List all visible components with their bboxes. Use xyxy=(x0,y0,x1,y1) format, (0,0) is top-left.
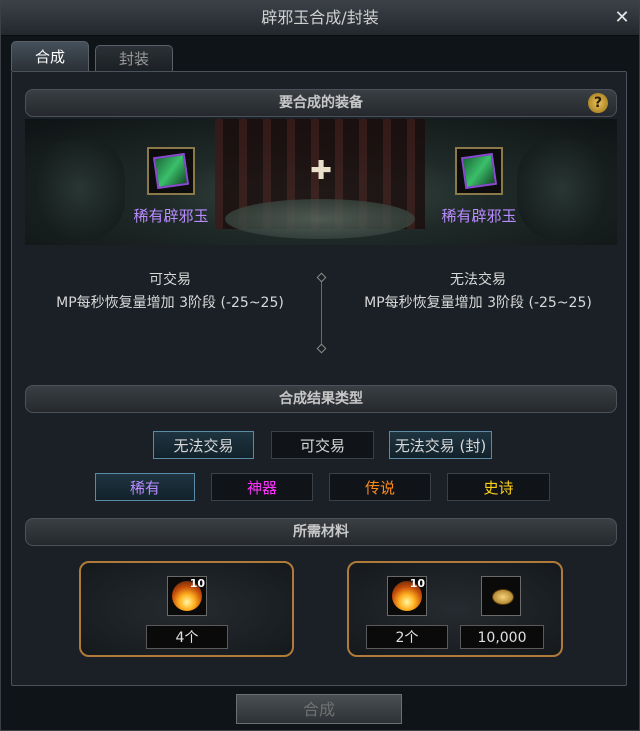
trade-status-right: 无法交易 xyxy=(450,272,506,288)
materials-section-title: 所需材料 xyxy=(293,524,349,540)
item-info-left: 可交易 MP每秒恢复量增加 3阶段 (-25~25) xyxy=(25,269,315,315)
jade-card-icon xyxy=(460,152,498,190)
gold-slot xyxy=(481,576,521,616)
rarity-epic[interactable]: 史诗 xyxy=(447,473,550,501)
equip-slot-left[interactable] xyxy=(147,147,195,195)
tab-package[interactable]: 封装 xyxy=(95,45,173,71)
jade-card-icon xyxy=(152,152,190,190)
result-section-header: 合成结果类型 xyxy=(25,385,617,413)
material-count-right: 2个 xyxy=(366,625,448,649)
gold-coin-icon xyxy=(492,589,514,605)
rarity-legendary[interactable]: 传说 xyxy=(329,473,431,501)
material-slot-right[interactable]: 10 xyxy=(387,576,427,616)
result-section-title: 合成结果类型 xyxy=(279,391,363,407)
window-title: 辟邪玉合成/封装 xyxy=(261,8,379,27)
material-slot-left[interactable]: 10 xyxy=(167,576,207,616)
close-icon[interactable]: ✕ xyxy=(611,7,633,29)
option-tradeable[interactable]: 可交易 xyxy=(271,431,374,459)
help-icon[interactable]: ? xyxy=(588,93,608,113)
equip-slot-right[interactable] xyxy=(455,147,503,195)
rarity-artifact[interactable]: 神器 xyxy=(211,473,313,501)
item-name-right: 稀有辟邪玉 xyxy=(441,207,517,225)
effect-right: MP每秒恢复量增加 3阶段 (-25~25) xyxy=(364,295,592,311)
materials-section-header: 所需材料 xyxy=(25,518,617,546)
material-count-left: 4个 xyxy=(146,625,228,649)
basin xyxy=(225,199,415,239)
title-bar[interactable]: 辟邪玉合成/封装 ✕ xyxy=(1,1,639,36)
item-name-left: 稀有辟邪玉 xyxy=(133,207,209,225)
stack-badge: 10 xyxy=(189,577,205,590)
gold-cost: 10,000 xyxy=(460,625,544,649)
equip-section-header: 要合成的装备 ? xyxy=(25,89,617,117)
stack-badge: 10 xyxy=(409,577,425,590)
synthesis-window: 辟邪玉合成/封装 ✕ 合成 封装 要合成的装备 ? 稀有辟邪玉 ✚ 稀有辟邪玉 … xyxy=(0,0,640,731)
item-info-right: 无法交易 MP每秒恢复量增加 3阶段 (-25~25) xyxy=(333,269,623,315)
effect-left: MP每秒恢复量增加 3阶段 (-25~25) xyxy=(56,295,284,311)
option-untradeable-sealed[interactable]: 无法交易 (封) xyxy=(389,431,492,459)
tab-synthesize[interactable]: 合成 xyxy=(11,41,89,71)
info-divider xyxy=(321,277,322,349)
rarity-rare[interactable]: 稀有 xyxy=(95,473,195,501)
option-untradeable[interactable]: 无法交易 xyxy=(153,431,254,459)
equip-section-title: 要合成的装备 xyxy=(279,95,363,111)
plus-icon: ✚ xyxy=(310,156,332,186)
synthesize-button[interactable]: 合成 xyxy=(236,694,402,724)
trade-status-left: 可交易 xyxy=(149,272,191,288)
